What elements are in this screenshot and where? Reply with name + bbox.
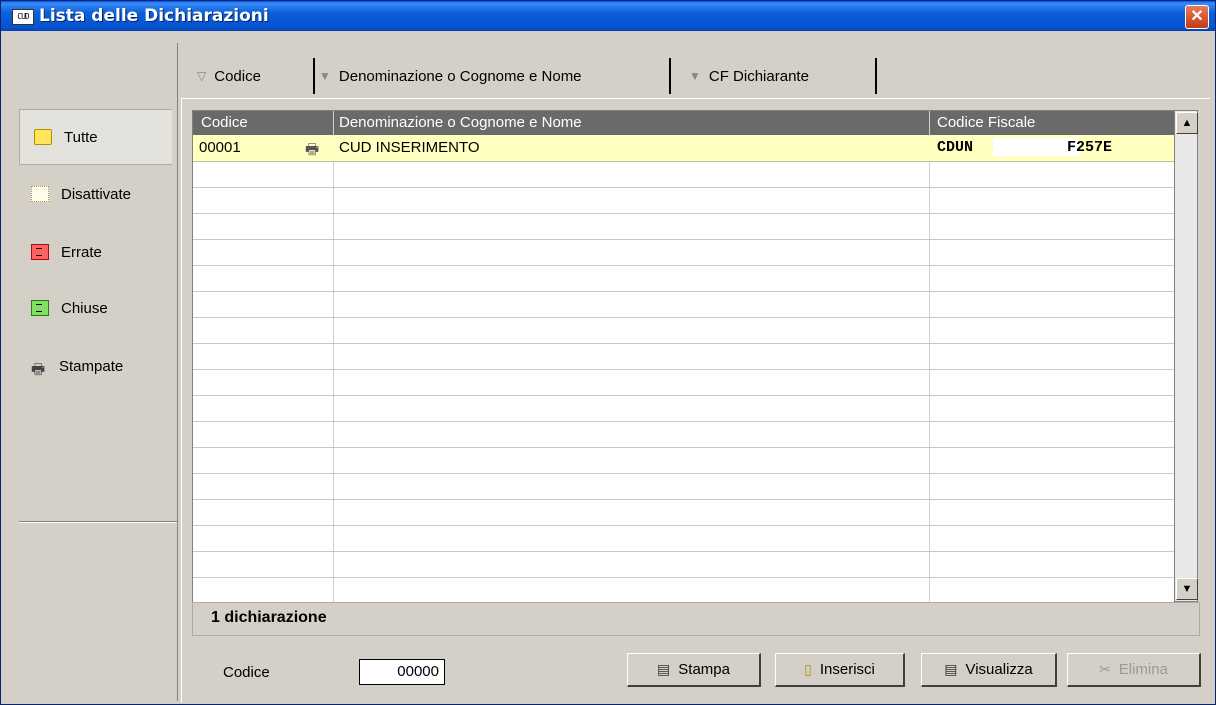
tab-label: CF Dichiarante (708, 67, 809, 85)
codice-input[interactable]: 00000 (359, 659, 445, 685)
sort-triangle-icon: ▽ (197, 69, 207, 83)
row-divider (193, 551, 1175, 552)
blank-document-icon (31, 186, 49, 202)
new-document-icon: ▯ (804, 661, 812, 677)
button-label: Inserisci (819, 661, 875, 678)
app-icon: CUD (12, 9, 34, 25)
cell-denominazione: CUD INSERIMENTO (339, 139, 480, 156)
table-row[interactable]: 00001 🖶 CUD INSERIMENTO CDUN F257E (193, 135, 1175, 162)
row-divider (193, 395, 1175, 396)
column-header-codice[interactable]: Codice (201, 114, 248, 131)
tab-codice[interactable]: ▽ Codice (189, 58, 315, 94)
sidebar-item-label: Stampate (59, 357, 124, 375)
printed-icon: 🖶 (305, 141, 320, 158)
row-divider (193, 265, 1175, 266)
sidebar-item-disattivate[interactable]: Disattivate (17, 167, 173, 221)
declaration-count: 1 dichiarazione (211, 609, 327, 626)
green-document-icon (31, 300, 49, 316)
printer-icon: 🖶 (31, 361, 46, 378)
close-button[interactable]: ✕ (1185, 5, 1209, 29)
scroll-down-button[interactable]: ▼ (1176, 578, 1198, 600)
column-divider (929, 111, 930, 603)
view-document-icon: ▤ (944, 661, 958, 677)
column-header-codice-fiscale[interactable]: Codice Fiscale (937, 114, 1035, 131)
sidebar-item-stampate[interactable]: 🖶 Stampate (17, 339, 173, 393)
column-header-denominazione[interactable]: Denominazione o Cognome e Nome (339, 114, 582, 131)
scroll-up-button[interactable]: ▲ (1176, 112, 1198, 134)
row-divider (193, 473, 1175, 474)
elimina-button[interactable]: ✂ Elimina (1067, 653, 1201, 687)
visualizza-button[interactable]: ▤ Visualizza (921, 653, 1057, 687)
row-divider (193, 447, 1175, 448)
button-label: Stampa (678, 661, 730, 678)
row-divider (193, 421, 1175, 422)
sort-triangle-icon: ▼ (689, 69, 701, 83)
sort-triangle-icon: ▼ (319, 69, 331, 83)
row-divider (193, 343, 1175, 344)
table-header: Codice Denominazione o Cognome e Nome Co… (193, 111, 1175, 135)
tab-label: Denominazione o Cognome e Nome (338, 67, 582, 85)
vertical-scrollbar[interactable]: ▲ ▼ (1174, 110, 1198, 602)
yellow-folder-icon (34, 129, 52, 145)
sidebar-item-label: Tutte (64, 128, 98, 146)
category-sidebar: Tutte Disattivate Errate Chiuse 🖶 Stampa… (5, 43, 178, 701)
column-divider (333, 111, 334, 603)
row-divider (193, 317, 1175, 318)
button-label: Elimina (1118, 661, 1168, 678)
sidebar-item-label: Errate (61, 243, 102, 261)
sidebar-item-label: Disattivate (61, 185, 132, 203)
red-document-icon (31, 244, 49, 260)
row-divider (193, 291, 1175, 292)
stampa-button[interactable]: ▤ Stampa (627, 653, 761, 687)
sidebar-item-tutte[interactable]: Tutte (19, 109, 172, 165)
title-bar[interactable]: CUD Lista delle Dichiarazioni ✕ (1, 1, 1215, 31)
delete-icon: ✂ (1099, 661, 1111, 677)
print-document-icon: ▤ (657, 661, 671, 677)
inserisci-button[interactable]: ▯ Inserisci (775, 653, 905, 687)
close-icon: ✕ (1190, 8, 1204, 25)
sidebar-divider (19, 521, 177, 523)
cell-codice: 00001 (199, 139, 241, 156)
sidebar-item-errate[interactable]: Errate (17, 225, 173, 279)
cell-codice-fiscale-end: F257E (1067, 139, 1113, 156)
row-divider (193, 577, 1175, 578)
tab-denominazione[interactable]: ▼ Denominazione o Cognome e Nome (311, 58, 671, 94)
row-divider (193, 499, 1175, 500)
window: CUD Lista delle Dichiarazioni ✕ Tutte Di… (0, 0, 1216, 705)
codice-label: Codice (223, 664, 270, 681)
status-bar: 1 dichiarazione (192, 602, 1200, 636)
sidebar-item-label: Chiuse (61, 299, 108, 317)
row-divider (193, 239, 1175, 240)
row-divider (193, 187, 1175, 188)
row-divider (193, 213, 1175, 214)
row-divider (193, 369, 1175, 370)
tab-cf-dichiarante[interactable]: ▼ CF Dichiarante (681, 58, 877, 94)
row-divider (193, 525, 1175, 526)
cell-codice-fiscale-start: CDUN (937, 139, 974, 156)
sidebar-item-chiuse[interactable]: Chiuse (17, 281, 173, 335)
declarations-table[interactable]: Codice Denominazione o Cognome e Nome Co… (192, 110, 1176, 604)
window-title: Lista delle Dichiarazioni (39, 6, 269, 26)
button-label: Visualizza (965, 661, 1033, 678)
tab-label: Codice (214, 67, 261, 85)
